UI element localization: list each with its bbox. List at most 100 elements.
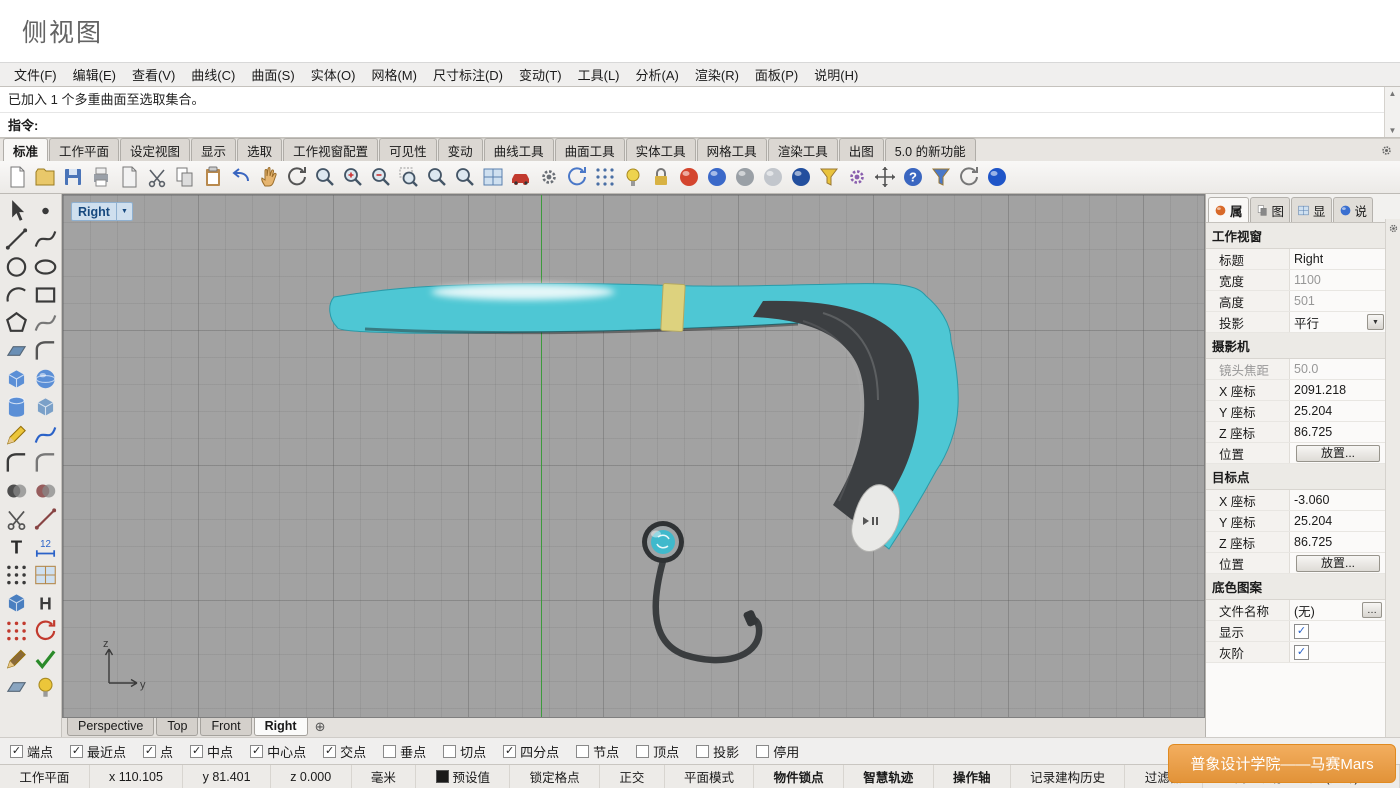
property-checkbox[interactable] <box>1294 645 1309 660</box>
paste-icon[interactable] <box>201 165 225 189</box>
osnap-checkbox[interactable] <box>143 745 156 758</box>
menu-item[interactable]: 曲线(C) <box>183 63 243 86</box>
ghosted-mode-icon[interactable] <box>733 165 757 189</box>
toolbar-tab[interactable]: 变动 <box>438 138 483 161</box>
dimension-tool-icon[interactable]: 12 <box>32 534 59 560</box>
object-snap-gear-icon[interactable] <box>537 165 561 189</box>
named-view-icon[interactable] <box>593 165 617 189</box>
viewport-layout-icon[interactable] <box>481 165 505 189</box>
osnap-toggle[interactable]: 停用 <box>756 742 799 761</box>
scroll-up-icon[interactable]: ▲ <box>1385 87 1400 100</box>
panel-tab[interactable]: 图 <box>1250 197 1291 222</box>
panel-tab[interactable]: 显 <box>1291 197 1332 222</box>
status-item[interactable]: 物件锁点 <box>754 765 844 788</box>
property-value[interactable]: 1100 ▼ … <box>1290 270 1386 290</box>
osnap-checkbox[interactable] <box>10 745 23 758</box>
menu-item[interactable]: 面板(P) <box>747 63 806 86</box>
print-icon[interactable] <box>89 165 113 189</box>
panel-tab[interactable]: 说 <box>1333 197 1374 222</box>
osnap-toggle[interactable]: 顶点 <box>636 742 679 761</box>
property-value-text[interactable]: Right <box>1294 252 1323 266</box>
curve-tool-icon[interactable] <box>32 226 59 252</box>
menu-item[interactable]: 工具(L) <box>570 63 628 86</box>
browse-button[interactable]: … <box>1362 602 1382 618</box>
light-icon[interactable] <box>621 165 645 189</box>
property-value[interactable]: 25.204 ▼ … <box>1290 511 1386 531</box>
show-object-icon[interactable] <box>509 165 533 189</box>
property-value[interactable]: (无) ▼ … <box>1290 600 1386 620</box>
osnap-checkbox[interactable] <box>576 745 589 758</box>
toolbar-tab[interactable]: 可见性 <box>379 138 437 161</box>
settings-gear-icon[interactable] <box>845 165 869 189</box>
split-tool-icon[interactable] <box>32 506 59 532</box>
osnap-checkbox[interactable] <box>696 745 709 758</box>
status-item[interactable]: 正交 <box>600 765 665 788</box>
surface-tool-icon[interactable] <box>3 338 30 364</box>
check-tool-icon[interactable] <box>32 646 59 672</box>
new-viewport-tab-button[interactable]: ⊕ <box>310 718 331 736</box>
osnap-checkbox[interactable] <box>250 745 263 758</box>
command-scrollbar[interactable]: ▲ ▼ <box>1384 87 1400 137</box>
toolbar-tab[interactable]: 工作平面 <box>49 138 119 161</box>
filter-icon[interactable] <box>929 165 953 189</box>
osnap-toggle[interactable]: 中心点 <box>250 742 306 761</box>
plane-tool-icon[interactable] <box>3 674 30 700</box>
point-cloud-icon[interactable] <box>3 562 30 588</box>
viewport-tab[interactable]: Perspective <box>67 718 154 736</box>
property-value-text[interactable]: -3.060 <box>1294 493 1329 507</box>
property-value-text[interactable]: 放置... <box>1296 555 1380 572</box>
chamfer-tool-icon[interactable] <box>32 450 59 476</box>
osnap-toggle[interactable]: 最近点 <box>70 742 126 761</box>
property-value-text[interactable]: 25.204 <box>1294 514 1332 528</box>
panel-tab[interactable]: 属 <box>1208 197 1249 222</box>
gumball-icon[interactable] <box>873 165 897 189</box>
property-value-text[interactable]: 2091.218 <box>1294 383 1346 397</box>
menu-item[interactable]: 尺寸标注(D) <box>425 63 511 86</box>
polyline-tool-icon[interactable] <box>3 226 30 252</box>
toolbar-tab[interactable]: 网格工具 <box>697 138 767 161</box>
dropdown-arrow-icon[interactable]: ▼ <box>1367 314 1384 330</box>
osnap-toggle[interactable]: 端点 <box>10 742 53 761</box>
cplane-tool-icon[interactable] <box>3 646 30 672</box>
osnap-checkbox[interactable] <box>756 745 769 758</box>
osnap-checkbox[interactable] <box>190 745 203 758</box>
render-icon[interactable] <box>677 165 701 189</box>
toolbar-tab[interactable]: 渲染工具 <box>768 138 838 161</box>
sweep-tool-icon[interactable] <box>32 422 59 448</box>
osnap-checkbox[interactable] <box>503 745 516 758</box>
block-tool-icon[interactable] <box>3 590 30 616</box>
property-value[interactable]: 2091.218 ▼ … <box>1290 380 1386 400</box>
box-tool-icon[interactable] <box>3 366 30 392</box>
boolean-difference-icon[interactable] <box>32 478 59 504</box>
zoom-out-icon[interactable] <box>369 165 393 189</box>
toolbar-tab[interactable]: 设定视图 <box>120 138 190 161</box>
property-value-text[interactable]: 50.0 <box>1294 362 1318 376</box>
menu-item[interactable]: 分析(A) <box>628 63 687 86</box>
menu-item[interactable]: 网格(M) <box>363 63 425 86</box>
osnap-checkbox[interactable] <box>443 745 456 758</box>
array-tool-icon[interactable] <box>3 618 30 644</box>
property-value[interactable]: 放置... ▼ … <box>1290 443 1386 463</box>
circle-tool-icon[interactable] <box>3 254 30 280</box>
osnap-toggle[interactable]: 四分点 <box>503 742 559 761</box>
environment-icon[interactable] <box>985 165 1009 189</box>
marker-tool-icon[interactable] <box>3 422 30 448</box>
hatch-tool-icon[interactable] <box>32 562 59 588</box>
lock-icon[interactable] <box>649 165 673 189</box>
text-tool-icon[interactable]: T <box>3 534 30 560</box>
command-prompt-line[interactable]: 指令: <box>0 113 1400 138</box>
osnap-toggle[interactable]: 交点 <box>323 742 366 761</box>
save-file-icon[interactable] <box>61 165 85 189</box>
menu-item[interactable]: 渲染(R) <box>687 63 747 86</box>
menu-item[interactable]: 曲面(S) <box>243 63 302 86</box>
property-value[interactable]: 501 ▼ … <box>1290 291 1386 311</box>
select-tool-icon[interactable] <box>3 198 30 224</box>
viewport-tab[interactable]: Top <box>156 718 198 736</box>
extrude-tool-icon[interactable] <box>32 394 59 420</box>
trim-tool-icon[interactable] <box>3 506 30 532</box>
osnap-toggle[interactable]: 点 <box>143 742 173 761</box>
status-item[interactable]: x 110.105 <box>90 765 184 788</box>
hydrostatics-icon[interactable]: H <box>32 590 59 616</box>
property-value[interactable]: 平行 ▼ … <box>1290 312 1386 332</box>
pan-hand-icon[interactable] <box>257 165 281 189</box>
